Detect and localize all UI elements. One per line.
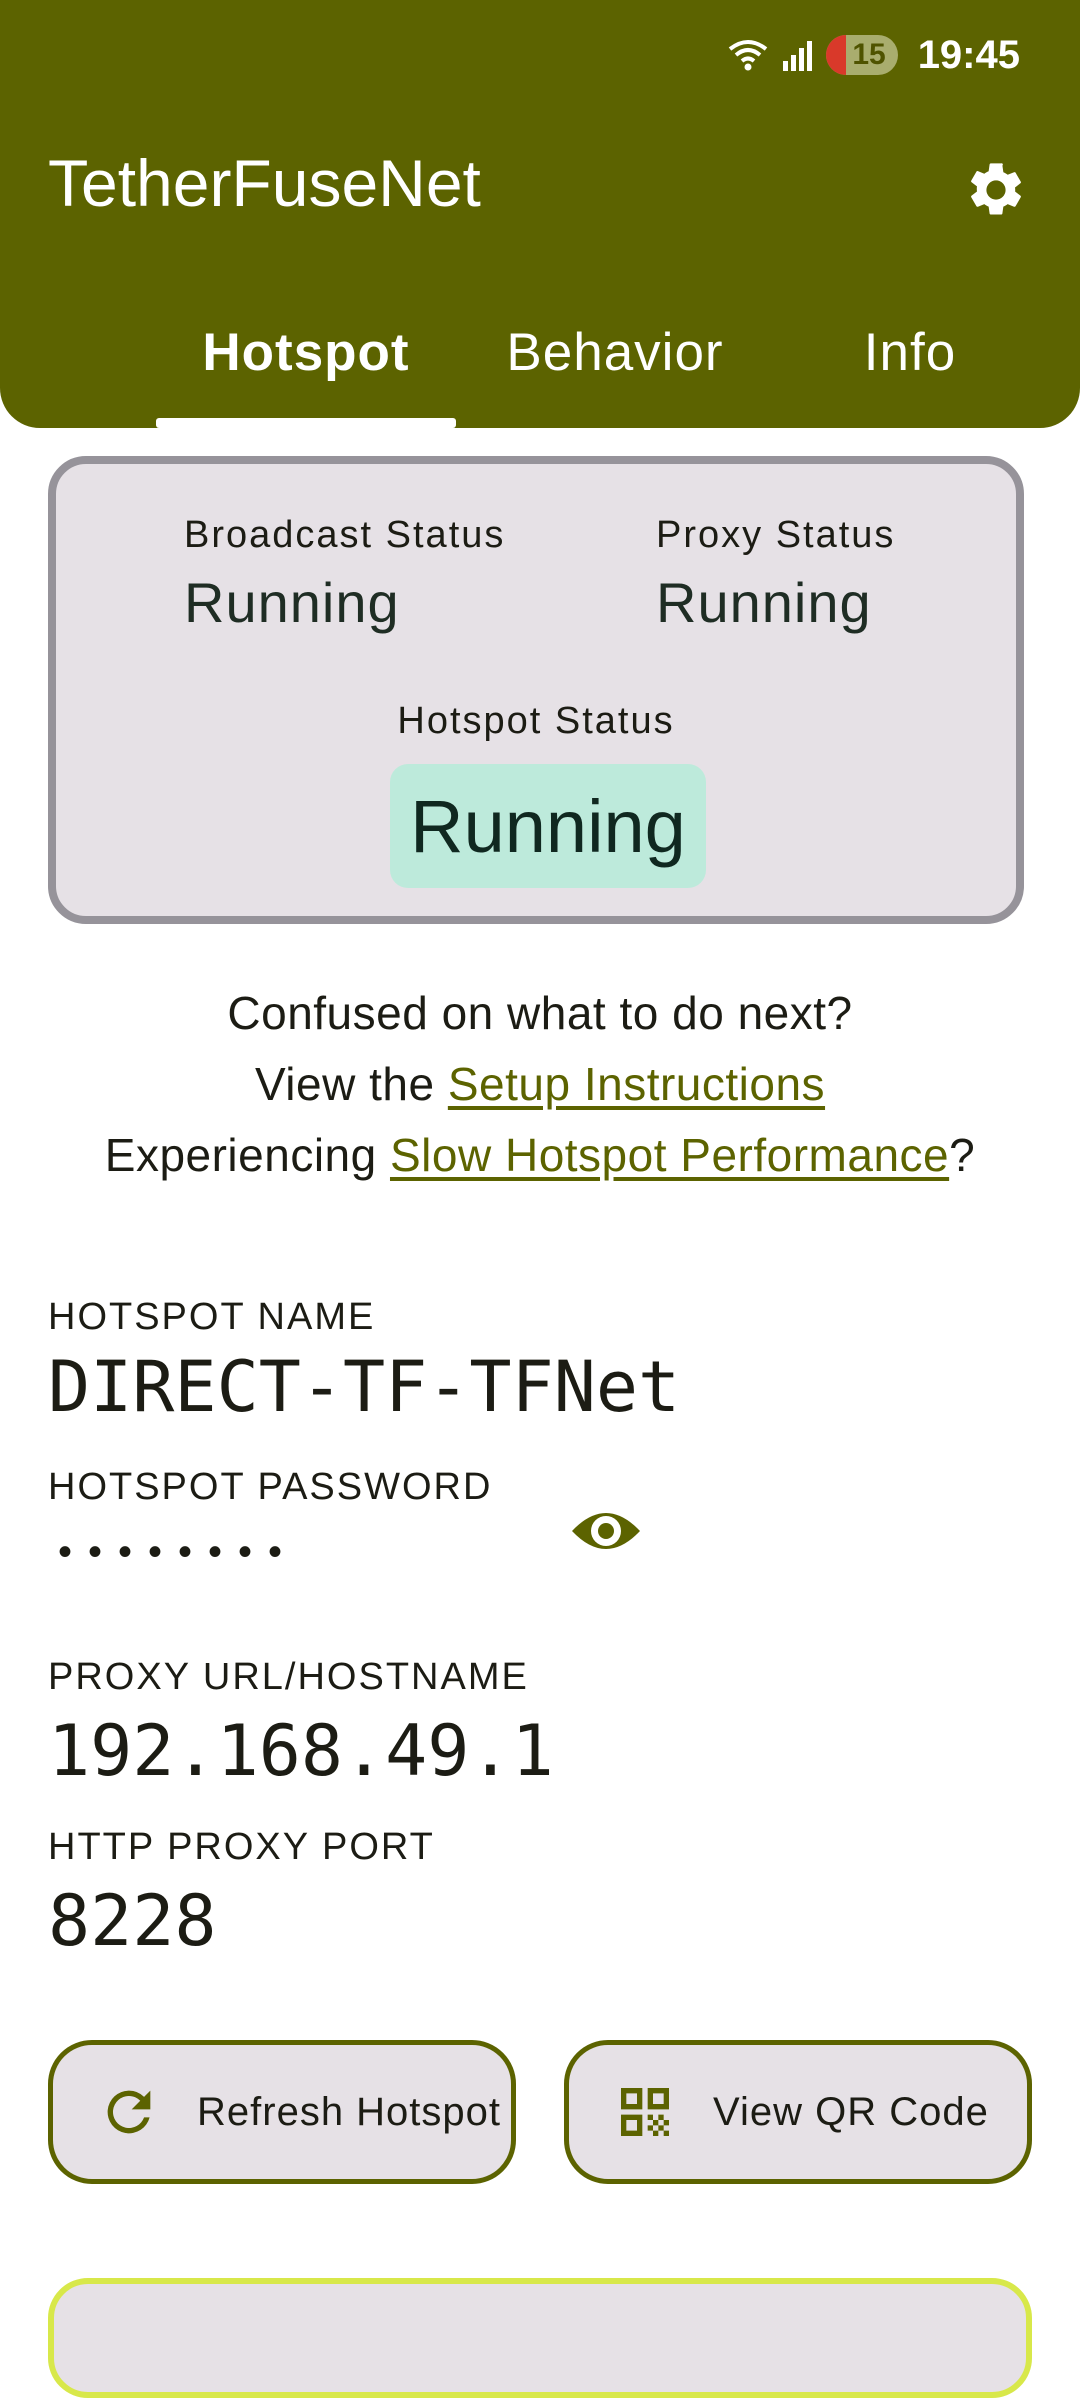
hotspot-status-value: Running bbox=[390, 764, 706, 888]
help-line-3-suffix: ? bbox=[949, 1129, 976, 1181]
proxy-status-value: Running bbox=[656, 571, 872, 634]
proxy-url-label: PROXY URL/HOSTNAME bbox=[48, 1656, 529, 1698]
view-qr-code-button[interactable]: View QR Code bbox=[564, 2040, 1032, 2184]
proxy-port-label: HTTP PROXY PORT bbox=[48, 1826, 435, 1868]
app-title: TetherFuseNet bbox=[48, 146, 481, 220]
setup-instructions-link[interactable]: Setup Instructions bbox=[448, 1058, 825, 1110]
status-card: Broadcast Status Running Proxy Status Ru… bbox=[48, 456, 1024, 924]
battery-indicator: 15 bbox=[826, 35, 898, 75]
signal-icon bbox=[782, 39, 813, 71]
wifi-icon bbox=[728, 39, 768, 71]
view-qr-code-label: View QR Code bbox=[713, 2089, 989, 2134]
refresh-icon bbox=[97, 2080, 161, 2144]
help-line-1: Confused on what to do next? bbox=[227, 987, 853, 1039]
tab-hotspot[interactable]: Hotspot bbox=[156, 322, 456, 383]
broadcast-status-value: Running bbox=[184, 571, 400, 634]
refresh-hotspot-button[interactable]: Refresh Hotspot bbox=[48, 2040, 516, 2184]
hotspot-name-label: HOTSPOT NAME bbox=[48, 1296, 376, 1338]
hotspot-password-label: HOTSPOT PASSWORD bbox=[48, 1466, 493, 1508]
tab-indicator bbox=[156, 418, 456, 428]
gear-icon[interactable] bbox=[964, 158, 1028, 222]
tab-info[interactable]: Info bbox=[800, 322, 1020, 383]
tab-bar: Hotspot Behavior Info bbox=[0, 310, 1080, 428]
proxy-port-value[interactable]: 8228 bbox=[48, 1880, 217, 1962]
refresh-hotspot-label: Refresh Hotspot bbox=[197, 2089, 502, 2134]
slow-performance-link[interactable]: Slow Hotspot Performance bbox=[390, 1129, 949, 1181]
hotspot-password-value[interactable]: •••••••• bbox=[58, 1530, 298, 1575]
help-line-2: View the Setup Instructions bbox=[0, 1057, 1080, 1111]
eye-icon[interactable] bbox=[570, 1503, 642, 1559]
battery-level: 15 bbox=[852, 38, 886, 71]
bottom-card bbox=[48, 2278, 1032, 2398]
help-line-3-prefix: Experiencing bbox=[104, 1129, 390, 1181]
proxy-status-label: Proxy Status bbox=[656, 514, 896, 556]
proxy-url-value[interactable]: 192.168.49.1 bbox=[48, 1710, 554, 1792]
broadcast-status-label: Broadcast Status bbox=[184, 514, 506, 556]
qr-code-icon bbox=[613, 2080, 677, 2144]
hotspot-name-value[interactable]: DIRECT-TF-TFNet bbox=[48, 1346, 680, 1428]
status-bar: 15 19:45 bbox=[728, 30, 1020, 80]
app-bar: 15 19:45 TetherFuseNet Hotspot Behavior … bbox=[0, 0, 1080, 428]
hotspot-status-label: Hotspot Status bbox=[397, 700, 675, 742]
status-time: 19:45 bbox=[917, 32, 1020, 77]
help-line-2-prefix: View the bbox=[254, 1058, 448, 1110]
help-line-3: Experiencing Slow Hotspot Performance? bbox=[0, 1128, 1080, 1182]
tab-behavior[interactable]: Behavior bbox=[470, 322, 760, 383]
